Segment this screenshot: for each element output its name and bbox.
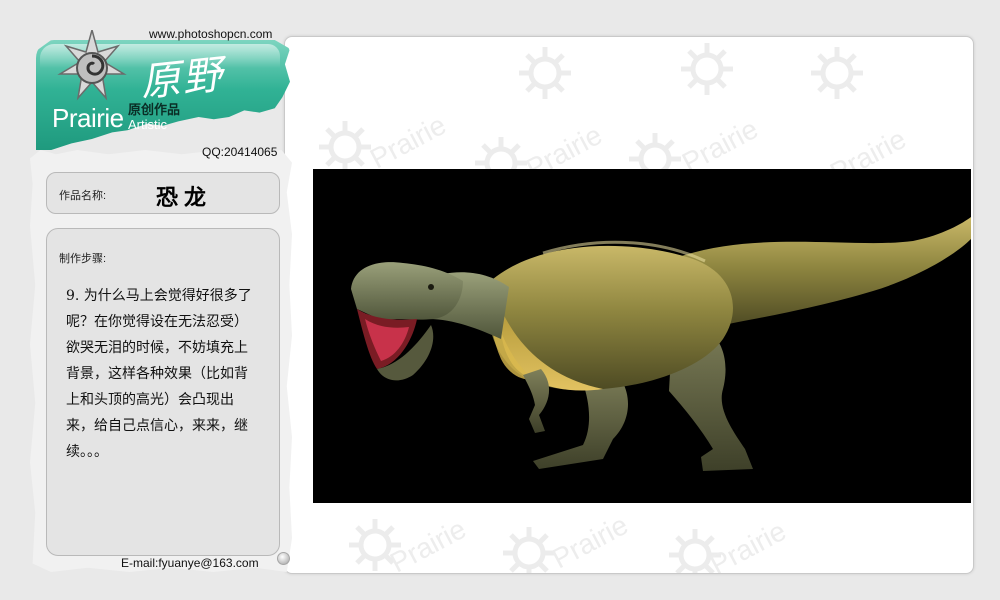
watermark-sun-icon bbox=[681, 43, 733, 95]
page: Prairie Prairie Prairie Prairie Prairie … bbox=[0, 0, 1000, 600]
brand-tagline-en: Artistic bbox=[128, 117, 167, 132]
steps-text: 9. 为什么马上会觉得好很多了呢？在你觉得设在无法忍受）欲哭无泪的时候，不妨填充… bbox=[66, 288, 252, 460]
watermark-sun-icon bbox=[811, 47, 863, 99]
site-url[interactable]: www.photoshopcn.com bbox=[149, 27, 272, 41]
work-name-label: 作品名称: bbox=[59, 190, 107, 202]
watermark-text: Prairie bbox=[547, 509, 634, 574]
corner-dot-icon bbox=[277, 552, 290, 565]
watermark-text: Prairie bbox=[365, 109, 452, 175]
email-link[interactable]: E-mail:fyuanye@163.com bbox=[121, 556, 259, 570]
watermark-sun-icon bbox=[519, 47, 571, 99]
brand-tagline-cn: 原创作品 bbox=[128, 103, 181, 118]
work-name: 恐龙 bbox=[156, 185, 213, 211]
qq-number: QQ:20414065 bbox=[202, 145, 278, 159]
prairie-logo-icon bbox=[57, 30, 127, 101]
steps-label: 制作步骤: bbox=[59, 253, 107, 265]
brand-name: Prairie bbox=[52, 103, 124, 133]
dinosaur-illustration bbox=[351, 217, 971, 471]
artwork-image bbox=[313, 169, 971, 503]
